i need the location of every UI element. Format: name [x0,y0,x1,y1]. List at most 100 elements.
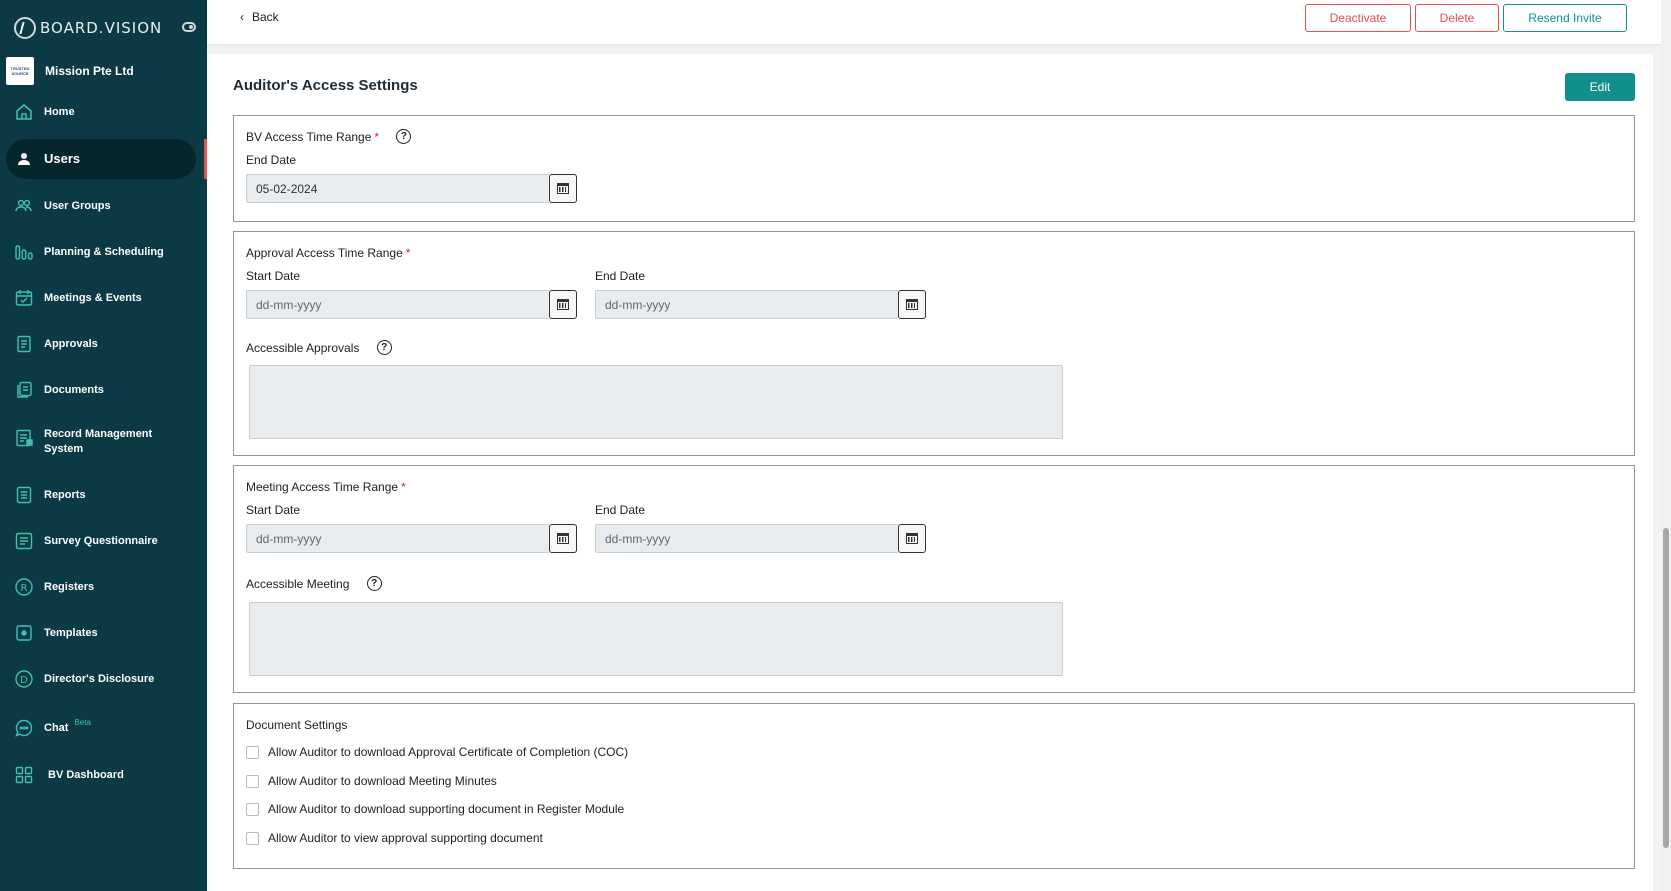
sidebar-item-survey[interactable]: Survey Questionnaire [0,531,207,551]
back-label: Back [252,10,279,24]
svg-text:R: R [21,583,28,594]
registers-icon: R [14,577,34,597]
sidebar-item-user-groups[interactable]: User Groups [0,196,207,216]
resend-invite-button[interactable]: Resend Invite [1503,4,1627,32]
disclosure-icon: D [14,669,34,689]
bv-end-date-label: End Date [246,153,297,167]
calendar-button[interactable] [898,524,926,553]
calendar-check-icon [14,288,34,308]
sidebar-item-home[interactable]: Home [0,102,207,122]
help-icon[interactable]: ? [376,340,392,356]
sidebar-item-label: Registers [44,580,95,593]
sidebar-item-registers[interactable]: R Registers [0,577,207,597]
option-view-approval-docs[interactable]: Allow Auditor to view approval supportin… [246,831,543,845]
meeting-start-date-label: Start Date [246,503,301,517]
bv-access-section: BV Access Time Range * ? End Date [233,115,1635,222]
delete-button[interactable]: Delete [1415,4,1499,32]
sidebar-item-chat[interactable]: Chat Beta [0,718,207,738]
main-content: Auditor's Access Settings Edit BV Access… [207,54,1653,891]
sidebar-item-label: Meetings & Events [44,291,142,304]
logo-mark-icon [14,17,36,39]
calendar-button[interactable] [549,524,577,553]
back-link[interactable]: ‹ Back [240,10,279,24]
approval-end-date-input[interactable] [595,290,898,319]
home-icon [14,102,34,122]
calendar-icon [906,299,918,310]
meeting-start-date-input[interactable] [246,524,549,553]
sidebar-item-directors-disclosure[interactable]: D Director's Disclosure [0,669,207,689]
meeting-end-date-input[interactable] [595,524,898,553]
user-groups-icon [14,196,34,216]
user-icon [14,149,34,169]
sidebar-item-label: Chat Beta [44,717,91,734]
sidebar-item-label: Approvals [44,337,98,350]
accessible-approvals-input[interactable] [249,365,1063,439]
approval-end-date-field [595,290,926,319]
sidebar-item-label: Planning & Scheduling [44,245,164,258]
sidebar-item-label: Survey Questionnaire [44,534,158,547]
accessible-meeting-label: Accessible Meeting ? [246,576,382,592]
sidebar-item-users[interactable]: Users [0,139,207,179]
calendar-button[interactable] [549,174,577,203]
sidebar-item-label: Documents [44,383,104,396]
dashboard-icon [14,765,34,785]
chevron-left-icon: ‹ [240,10,244,24]
bv-end-date-input[interactable] [246,174,549,203]
option-download-register-docs[interactable]: Allow Auditor to download supporting doc… [246,802,624,816]
checkbox[interactable] [246,745,259,759]
sidebar-toggle-icon[interactable] [182,22,196,32]
option-download-coc[interactable]: Allow Auditor to download Approval Certi… [246,745,628,759]
beta-badge: Beta [74,717,91,727]
sidebar: BOARD.VISION TRUSTED SOURCE Mission Pte … [0,0,207,891]
chat-icon [14,718,34,738]
calendar-button[interactable] [898,290,926,319]
planning-icon [14,242,34,262]
deactivate-button[interactable]: Deactivate [1305,4,1411,32]
documents-icon [14,380,34,400]
approval-start-date-label: Start Date [246,269,301,283]
sidebar-item-reports[interactable]: Reports [0,485,207,505]
checkbox[interactable] [246,802,259,816]
approval-access-title: Approval Access Time Range * [246,246,411,260]
sidebar-item-meetings[interactable]: Meetings & Events [0,288,207,308]
board-vision-logo[interactable]: BOARD.VISION [14,16,162,40]
calendar-button[interactable] [549,290,577,319]
checkbox[interactable] [246,831,259,845]
sidebar-item-label: Director's Disclosure [44,672,155,685]
calendar-icon [906,533,918,544]
svg-text:D: D [20,675,28,686]
meeting-access-title: Meeting Access Time Range * [246,480,406,494]
sidebar-item-templates[interactable]: Templates [0,623,207,643]
help-icon[interactable]: ? [366,576,382,592]
accessible-approvals-label: Accessible Approvals ? [246,340,392,356]
sidebar-item-approvals[interactable]: Approvals [0,334,207,354]
help-icon[interactable]: ? [396,129,412,145]
sidebar-item-record-management[interactable]: Record Management System [0,427,207,457]
sidebar-item-planning[interactable]: Planning & Scheduling [0,242,207,262]
reports-icon [14,485,34,505]
scrollbar-thumb[interactable] [1663,528,1669,848]
sidebar-item-bv-dashboard[interactable]: BV Dashboard [0,765,207,785]
approvals-icon [14,334,34,354]
sidebar-item-label: Users [44,151,81,166]
sidebar-item-label: Record Management System [44,428,153,455]
approval-start-date-input[interactable] [246,290,549,319]
accessible-meeting-input[interactable] [249,602,1063,676]
calendar-icon [557,183,569,194]
templates-icon [14,623,34,643]
calendar-icon [557,533,569,544]
page-scrollbar[interactable] [1661,0,1671,891]
option-download-minutes[interactable]: Allow Auditor to download Meeting Minute… [246,774,497,788]
checkbox[interactable] [246,774,259,788]
org-switcher[interactable]: TRUSTED SOURCE Mission Pte Ltd [6,57,134,85]
meeting-end-date-label: End Date [595,503,646,517]
sidebar-item-label: Home [44,105,75,118]
approval-end-date-label: End Date [595,269,646,283]
page-title: Auditor's Access Settings [233,77,418,94]
sidebar-item-label: BV Dashboard [48,768,124,781]
document-settings-section: Document Settings Allow Auditor to downl… [233,703,1635,869]
approval-start-date-field [246,290,577,319]
sidebar-item-documents[interactable]: Documents [0,380,207,400]
sidebar-item-label: Reports [44,488,86,501]
edit-button[interactable]: Edit [1565,73,1635,101]
